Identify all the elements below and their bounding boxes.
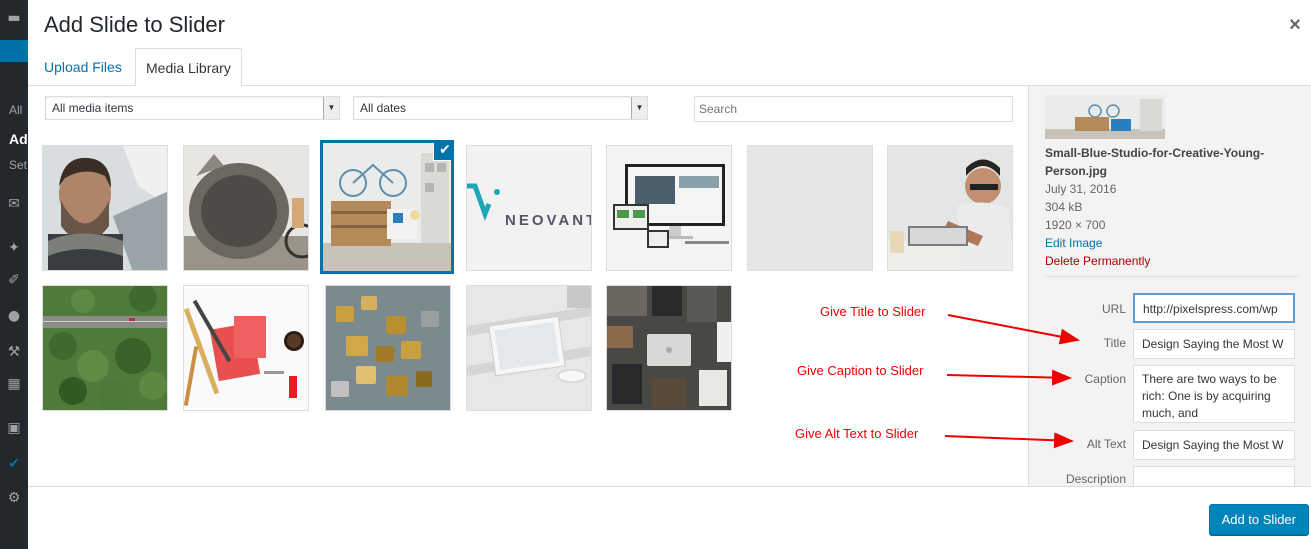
modal-footer: Add to Slider bbox=[28, 486, 1311, 549]
attachment-thumb-concrete-tube[interactable] bbox=[183, 145, 309, 271]
check-circle-icon: ✔ bbox=[8, 456, 20, 472]
attachment-thumb-forest-road[interactable] bbox=[42, 285, 168, 411]
attachment-thumb-flatlay[interactable] bbox=[606, 285, 732, 411]
alt-text-field[interactable]: Design Saying the Most W bbox=[1133, 430, 1295, 460]
modal-title: Add Slide to Slider bbox=[44, 12, 225, 37]
checkmark-icon[interactable]: ✔ bbox=[433, 143, 451, 161]
admin-menu-text-2: Ad bbox=[9, 131, 28, 147]
details-divider bbox=[1045, 276, 1299, 277]
concrete-tube-image bbox=[184, 146, 308, 270]
alt-text-label: Alt Text bbox=[1086, 437, 1126, 451]
date-filter-value: All dates bbox=[360, 101, 407, 115]
mail-icon: ✉ bbox=[8, 196, 20, 212]
tablet-image bbox=[467, 286, 591, 410]
caption-field[interactable]: There are two ways to be rich: One is by… bbox=[1133, 365, 1295, 423]
attachment-thumb-man-at-laptop[interactable] bbox=[887, 145, 1013, 271]
title-field[interactable]: Design Saying the Most W bbox=[1133, 329, 1295, 359]
description-label: Description bbox=[1065, 472, 1126, 486]
blue-studio-image bbox=[323, 143, 451, 271]
chevron-down-icon: ▼ bbox=[631, 97, 647, 119]
date-filter-select[interactable]: All dates ▼ bbox=[353, 96, 648, 120]
annotation-title: Give Title to Slider bbox=[820, 304, 926, 319]
admin-menu-text-1: All bbox=[9, 103, 23, 117]
add-to-slider-button[interactable]: Add to Slider bbox=[1208, 504, 1309, 535]
attachment-thumb-blue-studio[interactable]: ✔ bbox=[320, 140, 454, 274]
url-label: URL bbox=[1101, 302, 1126, 316]
forest-road-image bbox=[43, 286, 167, 410]
admin-menu-text-3: Set bbox=[9, 158, 28, 172]
attachment-filename: Small-Blue-Studio-for-Creative-Young-Per… bbox=[1045, 146, 1265, 178]
gear-icon: ⚙ bbox=[7, 490, 21, 506]
attachment-thumb-neovant[interactable]: NEOVANT bbox=[466, 145, 592, 271]
close-icon[interactable]: × bbox=[1285, 14, 1305, 37]
annotation-alt: Give Alt Text to Slider bbox=[795, 426, 919, 441]
description-field[interactable] bbox=[1133, 466, 1295, 486]
neovant-logo-image bbox=[467, 146, 591, 270]
tab-media-library[interactable]: Media Library bbox=[135, 48, 242, 87]
attachment-dimensions: 1920 × 700 bbox=[1045, 218, 1106, 232]
media-type-value: All media items bbox=[52, 101, 134, 115]
chevron-down-icon: ▼ bbox=[323, 97, 339, 119]
media-type-select[interactable]: All media items ▼ bbox=[45, 96, 340, 120]
url-field[interactable]: http://pixelspress.com/wp bbox=[1133, 293, 1295, 323]
flatlay-image bbox=[607, 286, 731, 410]
attachment-filesize: 304 kB bbox=[1045, 200, 1083, 214]
modal-tabs: Upload Files Media Library bbox=[28, 48, 1311, 87]
neovant-logo-text: NEOVANT bbox=[505, 212, 592, 229]
media-modal: Add Slide to Slider × Upload Files Media… bbox=[28, 0, 1311, 549]
attachment-thumb-man-with-beard[interactable] bbox=[42, 145, 168, 271]
attachment-date: July 31, 2016 bbox=[1045, 182, 1117, 196]
selected-image-preview bbox=[1045, 95, 1165, 139]
search-input[interactable] bbox=[694, 96, 1013, 122]
man-at-laptop-image bbox=[888, 146, 1012, 270]
attachment-thumb-love-locks[interactable] bbox=[325, 285, 451, 411]
attachment-thumb-tablet[interactable] bbox=[466, 285, 592, 411]
annotation-caption: Give Caption to Slider bbox=[797, 363, 924, 378]
admin-sidebar-background: ▬ All Ad Set ✉ ✦ ✐ ● ⚒ ▦ ▣ ✔ ⚙ bbox=[0, 0, 28, 549]
edit-image-link[interactable]: Edit Image bbox=[1045, 234, 1102, 252]
attachment-thumb-devices[interactable] bbox=[606, 145, 732, 271]
user-icon: ● bbox=[7, 308, 21, 324]
pin-icon: ✦ bbox=[8, 240, 20, 256]
devices-mockup-image bbox=[607, 146, 731, 270]
attachment-thumb-blank[interactable] bbox=[747, 145, 873, 271]
portrait-image bbox=[43, 146, 167, 270]
grid-icon: ▦ bbox=[7, 376, 21, 392]
comment-icon: ▬ bbox=[7, 10, 21, 26]
brush-icon: ✐ bbox=[8, 272, 20, 288]
camera-icon: ▣ bbox=[7, 420, 21, 436]
caption-label: Caption bbox=[1084, 372, 1126, 386]
attachment-thumb-stationery[interactable] bbox=[183, 285, 309, 411]
tab-upload-files[interactable]: Upload Files bbox=[34, 48, 132, 86]
love-locks-image bbox=[326, 286, 450, 410]
attachment-details-panel: Small-Blue-Studio-for-Creative-Young-Per… bbox=[1028, 86, 1311, 486]
stationery-image bbox=[184, 286, 308, 410]
media-menu-icon bbox=[0, 40, 28, 62]
wrench-icon: ⚒ bbox=[7, 344, 21, 360]
delete-permanently-link[interactable]: Delete Permanently bbox=[1045, 252, 1150, 270]
title-label: Title bbox=[1103, 336, 1126, 350]
